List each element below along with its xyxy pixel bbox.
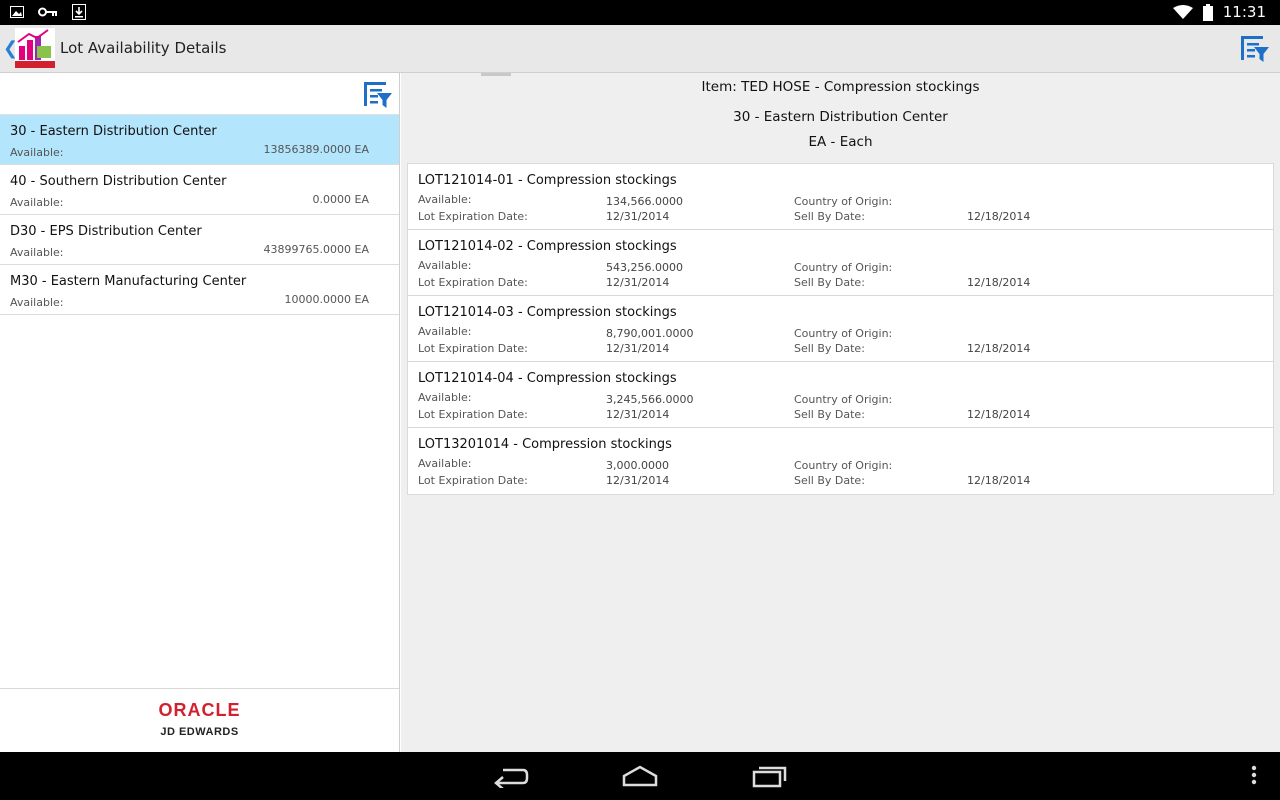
available-value: 43899765.0000 EA	[263, 243, 369, 256]
wifi-icon	[1172, 5, 1193, 19]
filter-icon[interactable]	[1240, 34, 1270, 64]
lot-row[interactable]: LOT121014-03 - Compression stockings Ava…	[408, 296, 1273, 362]
country-of-origin-label: Country of Origin:	[794, 327, 893, 340]
country-of-origin-label: Country of Origin:	[794, 393, 893, 406]
available-value: 0.0000 EA	[312, 193, 369, 206]
download-notification-icon	[72, 4, 86, 20]
lot-title: LOT121014-01 - Compression stockings	[418, 173, 677, 188]
lot-expiration-label: Lot Expiration Date:	[418, 276, 528, 289]
drag-handle[interactable]	[481, 73, 511, 76]
oracle-wordmark: ORACLE	[158, 700, 241, 720]
location-heading: 30 - Eastern Distribution Center	[733, 109, 948, 125]
available-value: 134,566.0000	[606, 195, 683, 208]
lot-row[interactable]: LOT13201014 - Compression stockings Avai…	[408, 428, 1273, 494]
available-value: 13856389.0000 EA	[263, 143, 369, 156]
item-heading: Item: TED HOSE - Compression stockings	[701, 79, 980, 95]
page-title: Lot Availability Details	[60, 39, 227, 57]
lot-expiration-label: Lot Expiration Date:	[418, 342, 528, 355]
location-item[interactable]: 30 - Eastern Distribution Center Availab…	[0, 115, 399, 165]
lot-expiration-label: Lot Expiration Date:	[418, 408, 528, 421]
lot-expiration-label: Lot Expiration Date:	[418, 474, 528, 487]
overflow-menu-icon[interactable]	[1250, 764, 1258, 786]
location-name: 30 - Eastern Distribution Center	[10, 124, 217, 139]
lot-row[interactable]: LOT121014-01 - Compression stockings Ava…	[408, 164, 1273, 230]
location-item[interactable]: D30 - EPS Distribution Center Available:…	[0, 215, 399, 265]
available-value: 10000.0000 EA	[284, 293, 369, 306]
lot-expiration-label: Lot Expiration Date:	[418, 210, 528, 223]
action-bar: ❮ Lot Availability Details	[0, 25, 1280, 73]
location-item[interactable]: 40 - Southern Distribution Center Availa…	[0, 165, 399, 215]
available-label: Available:	[418, 325, 472, 338]
sell-by-value: 12/18/2014	[967, 408, 1031, 421]
app-icon[interactable]	[15, 28, 55, 68]
lot-title: LOT121014-02 - Compression stockings	[418, 239, 677, 254]
available-label: Available:	[418, 391, 472, 404]
available-label: Available:	[10, 246, 64, 259]
available-label: Available:	[10, 296, 64, 309]
available-value: 3,245,566.0000	[606, 393, 694, 406]
filter-icon[interactable]	[363, 80, 393, 110]
location-name: 40 - Southern Distribution Center	[10, 174, 227, 189]
available-value: 543,256.0000	[606, 261, 683, 274]
battery-icon	[1202, 3, 1213, 21]
lot-title: LOT121014-04 - Compression stockings	[418, 371, 677, 386]
jd-edwards-wordmark: JD EDWARDS	[160, 726, 239, 738]
lot-list: LOT121014-01 - Compression stockings Ava…	[407, 163, 1274, 495]
available-value: 8,790,001.0000	[606, 327, 694, 340]
country-of-origin-label: Country of Origin:	[794, 195, 893, 208]
location-name: M30 - Eastern Manufacturing Center	[10, 274, 247, 289]
lot-expiration-value: 12/31/2014	[606, 210, 670, 223]
lot-expiration-value: 12/31/2014	[606, 474, 670, 487]
sell-by-label: Sell By Date:	[794, 342, 865, 355]
sell-by-label: Sell By Date:	[794, 276, 865, 289]
available-label: Available:	[10, 196, 64, 209]
available-label: Available:	[418, 259, 472, 272]
locations-toolbar	[0, 73, 399, 115]
sell-by-value: 12/18/2014	[967, 342, 1031, 355]
available-label: Available:	[418, 457, 472, 470]
location-item[interactable]: M30 - Eastern Manufacturing Center Avail…	[0, 265, 399, 315]
available-value: 3,000.0000	[606, 459, 669, 472]
country-of-origin-label: Country of Origin:	[794, 261, 893, 274]
sell-by-label: Sell By Date:	[794, 408, 865, 421]
lot-row[interactable]: LOT121014-04 - Compression stockings Ava…	[408, 362, 1273, 428]
clock: 11:31	[1222, 3, 1266, 21]
available-label: Available:	[418, 193, 472, 206]
locations-panel: 30 - Eastern Distribution Center Availab…	[0, 73, 400, 752]
lot-expiration-value: 12/31/2014	[606, 342, 670, 355]
sell-by-value: 12/18/2014	[967, 210, 1031, 223]
key-notification-icon	[38, 7, 57, 17]
location-name: D30 - EPS Distribution Center	[10, 224, 202, 239]
sell-by-value: 12/18/2014	[967, 276, 1031, 289]
recent-apps-icon[interactable]	[752, 764, 788, 788]
lot-expiration-value: 12/31/2014	[606, 408, 670, 421]
lot-row[interactable]: LOT121014-02 - Compression stockings Ava…	[408, 230, 1273, 296]
lot-details-panel: Item: TED HOSE - Compression stockings 3…	[401, 73, 1280, 752]
lot-title: LOT13201014 - Compression stockings	[418, 437, 672, 452]
available-label: Available:	[10, 146, 64, 159]
navigation-bar	[0, 752, 1280, 800]
sell-by-value: 12/18/2014	[967, 474, 1031, 487]
uom-heading: EA - Each	[808, 134, 873, 150]
back-icon[interactable]	[493, 764, 529, 788]
home-icon[interactable]	[621, 764, 659, 788]
sell-by-label: Sell By Date:	[794, 210, 865, 223]
status-bar: 11:31	[0, 0, 1280, 25]
oracle-jd-edwards-logo: ORACLE JD EDWARDS	[0, 688, 399, 752]
lot-title: LOT121014-03 - Compression stockings	[418, 305, 677, 320]
sell-by-label: Sell By Date:	[794, 474, 865, 487]
lot-expiration-value: 12/31/2014	[606, 276, 670, 289]
image-notification-icon	[10, 6, 24, 18]
country-of-origin-label: Country of Origin:	[794, 459, 893, 472]
